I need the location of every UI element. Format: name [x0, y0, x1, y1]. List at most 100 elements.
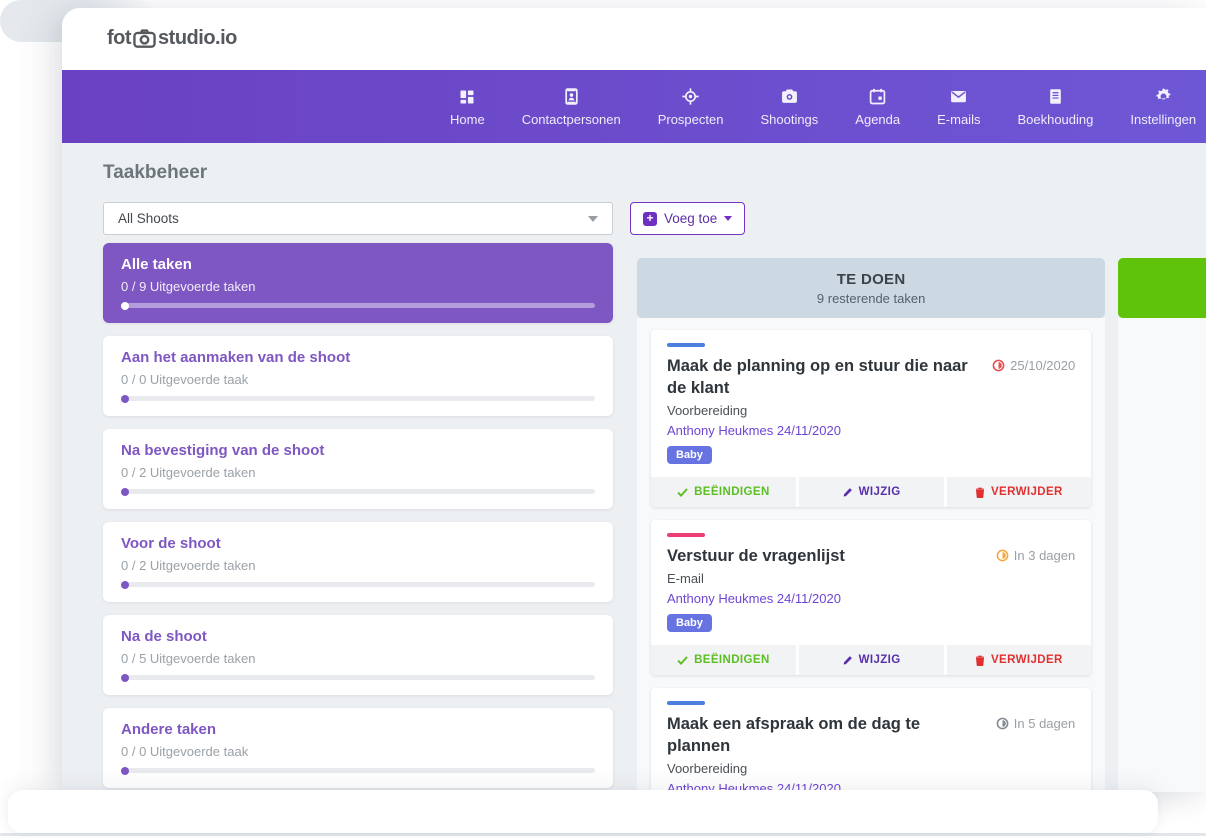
nav-label: Instellingen — [1130, 111, 1197, 127]
shoot-filter-select[interactable]: All Shoots — [103, 202, 613, 235]
bottom-edge-line — [0, 833, 1206, 836]
nav-item-agenda[interactable]: Agenda — [855, 87, 900, 127]
delete-task-button[interactable]: VERWIJDER — [943, 645, 1092, 675]
delete-task-button[interactable]: VERWIJDER — [943, 477, 1092, 507]
progress-bar — [121, 487, 595, 496]
task-card-actions: BEËINDIGEN WIJZIG VERWIJDER — [651, 477, 1092, 507]
task-title: Verstuur de vragenlijst — [667, 547, 845, 565]
nav-item-home[interactable]: Home — [450, 87, 485, 127]
edit-label: WIJZIG — [858, 486, 901, 498]
nav-item-emails[interactable]: E-mails — [937, 87, 980, 127]
nav-item-prospecten[interactable]: Prospecten — [658, 87, 723, 127]
nav-item-instellingen[interactable]: Instellingen — [1130, 87, 1196, 127]
task-group-na-bevestiging[interactable]: Na bevestiging van de shoot 0 / 2 Uitgev… — [103, 429, 613, 509]
brand-logo[interactable]: fot studio.io — [107, 27, 237, 50]
task-group-subtitle: 0 / 9 Uitgevoerde taken — [121, 279, 256, 294]
task-due-text: In 5 dagen — [1013, 716, 1076, 731]
task-assignee-link[interactable]: Anthony Heukmes 24/11/2020 — [667, 423, 1075, 438]
delete-label: VERWIJDER — [990, 486, 1063, 498]
progress-dot — [121, 487, 129, 496]
progress-dot — [121, 301, 129, 310]
finish-task-button[interactable]: BEËINDIGEN — [651, 477, 796, 507]
ledger-icon — [1047, 87, 1064, 105]
finish-label: BEËINDIGEN — [694, 486, 770, 498]
column-title: TE DOEN — [836, 270, 906, 288]
nav-label: Contactpersonen — [521, 111, 621, 127]
clock-overdue-icon — [992, 359, 1005, 372]
page: fot studio.io Home Contactpersonen Prosp… — [0, 0, 1206, 838]
nav-item-contactpersonen[interactable]: Contactpersonen — [522, 87, 621, 127]
edit-task-button[interactable]: WIJZIG — [795, 645, 944, 675]
clock-later-icon — [996, 717, 1009, 730]
task-due: 25/10/2020 — [992, 358, 1075, 373]
add-task-label: Voeg toe — [664, 211, 718, 226]
progress-bar — [121, 301, 595, 310]
task-tag-badge: Baby — [667, 446, 712, 464]
task-card[interactable]: Maak de planning op en stuur die naar de… — [651, 330, 1092, 507]
task-card[interactable]: Maak een afspraak om de dag te plannen I… — [651, 688, 1092, 792]
task-due-text: In 3 dagen — [1013, 548, 1076, 563]
column-subtitle: 9 resterende taken — [816, 290, 926, 306]
app-header: fot studio.io — [62, 8, 1206, 70]
pencil-icon — [843, 487, 852, 497]
nav-label: Agenda — [855, 111, 901, 127]
task-card-actions: BEËINDIGEN WIJZIG VERWIJDER — [651, 645, 1092, 675]
pencil-icon — [843, 655, 852, 665]
next-column — [1118, 258, 1206, 792]
dashboard-grid-icon — [459, 87, 475, 105]
check-icon — [677, 487, 688, 497]
task-group-andere-taken[interactable]: Andere taken 0 / 0 Uitgevoerde taak — [103, 708, 613, 788]
contact-card-icon — [563, 87, 580, 105]
nav-label: Shootings — [760, 111, 819, 127]
task-group-na-de-shoot[interactable]: Na de shoot 0 / 5 Uitgevoerde taken — [103, 615, 613, 695]
content-area: Taakbeheer All Shoots + Voeg toe Alle ta… — [62, 143, 1206, 792]
trash-icon — [975, 655, 984, 666]
nav-label: Home — [450, 111, 485, 127]
finish-task-button[interactable]: BEËINDIGEN — [651, 645, 796, 675]
task-title: Maak een afspraak om de dag te plannen — [667, 715, 921, 755]
plus-square-icon: + — [643, 211, 657, 226]
progress-dot — [121, 394, 129, 403]
card-accent-bar — [667, 533, 705, 537]
progress-dot — [121, 580, 129, 589]
task-group-subtitle: 0 / 0 Uitgevoerde taak — [121, 744, 249, 759]
gear-icon — [1155, 87, 1172, 105]
nav-item-boekhouding[interactable]: Boekhouding — [1017, 87, 1093, 127]
task-due-text: 25/10/2020 — [1010, 358, 1076, 373]
trash-icon — [975, 487, 984, 498]
clock-soon-icon — [996, 549, 1009, 562]
camera-icon — [781, 87, 798, 105]
add-task-button[interactable]: + Voeg toe — [630, 202, 746, 235]
edit-task-button[interactable]: WIJZIG — [795, 477, 944, 507]
task-group-title: Alle taken — [121, 256, 192, 273]
task-group-alle-taken[interactable]: Alle taken 0 / 9 Uitgevoerde taken — [103, 243, 613, 323]
main-nav: Home Contactpersonen Prospecten Shooting… — [62, 70, 1206, 143]
finish-label: BEËINDIGEN — [694, 654, 770, 666]
task-due: In 5 dagen — [996, 716, 1075, 731]
card-accent-bar — [667, 343, 705, 347]
task-card[interactable]: Verstuur de vragenlijst In 3 dagen E-mai… — [651, 520, 1092, 675]
task-assignee-link[interactable]: Anthony Heukmes 24/11/2020 — [667, 591, 1075, 606]
todo-column: TE DOEN 9 resterende taken Maak de plann… — [637, 258, 1106, 792]
task-group-voor-de-shoot[interactable]: Voor de shoot 0 / 2 Uitgevoerde taken — [103, 522, 613, 602]
task-group-subtitle: 0 / 2 Uitgevoerde taken — [121, 465, 256, 480]
task-group-title: Na de shoot — [121, 628, 207, 645]
bottom-floating-bar — [8, 790, 1158, 833]
chevron-down-icon — [588, 215, 598, 222]
progress-dot — [121, 673, 129, 682]
next-column-header — [1118, 258, 1206, 318]
edit-label: WIJZIG — [858, 654, 901, 666]
progress-bar — [121, 766, 595, 775]
nav-item-shootings[interactable]: Shootings — [760, 87, 818, 127]
task-group-subtitle: 0 / 5 Uitgevoerde taken — [121, 651, 256, 666]
task-card-body: Verstuur de vragenlijst In 3 dagen E-mai… — [651, 520, 1091, 645]
task-category: Voorbereiding — [667, 403, 748, 418]
next-column-body — [1118, 318, 1206, 792]
task-title: Maak de planning op en stuur die naar de… — [667, 357, 968, 397]
task-group-aanmaken-shoot[interactable]: Aan het aanmaken van de shoot 0 / 0 Uitg… — [103, 336, 613, 416]
progress-bar — [121, 580, 595, 589]
camera-outline-icon — [133, 29, 156, 48]
card-accent-bar — [667, 701, 705, 705]
nav-label: Boekhouding — [1017, 111, 1094, 127]
task-category: Voorbereiding — [667, 761, 748, 776]
